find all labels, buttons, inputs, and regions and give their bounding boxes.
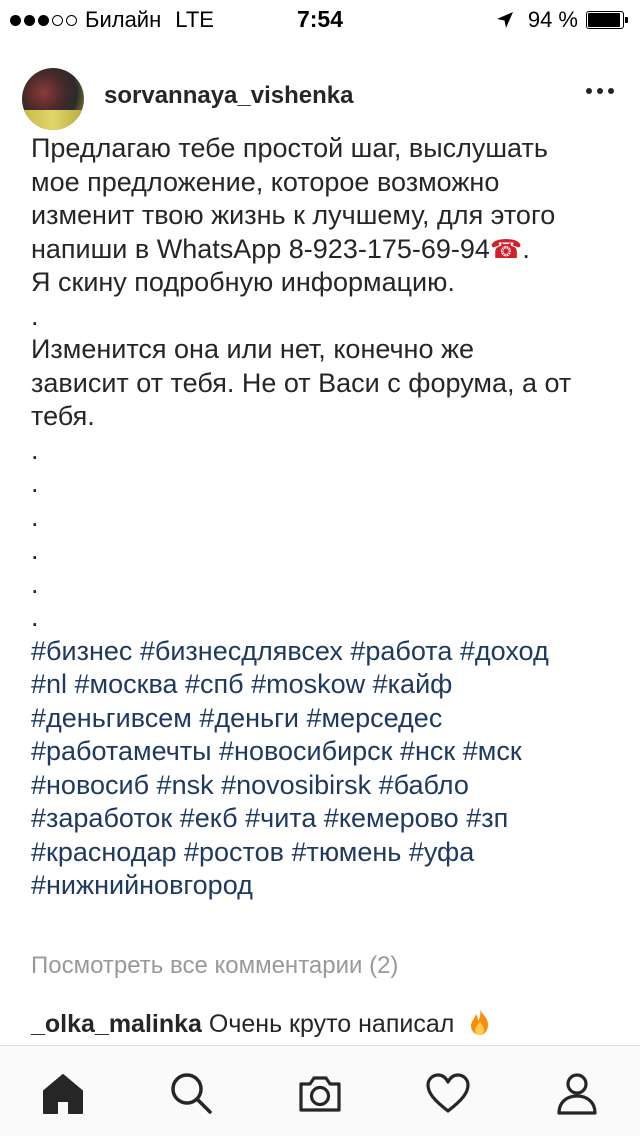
location-arrow-icon: [496, 12, 513, 28]
status-right: 94 %: [496, 7, 628, 33]
profile-icon: [557, 1073, 597, 1115]
caption-line: изменит твою жизнь к лучшему, для этого: [31, 200, 556, 230]
tab-profile[interactable]: [552, 1068, 602, 1118]
heart-icon: [426, 1073, 470, 1113]
bottom-tab-bar: [0, 1045, 640, 1136]
caption-text: напиши в WhatsApp 8-923-175-69-94: [31, 233, 490, 264]
hashtag-line[interactable]: #бизнес #бизнесдлявсех #работа #доход: [31, 635, 621, 669]
hashtag-line[interactable]: #нижнийновгород: [31, 869, 621, 903]
caption-line: .: [31, 602, 39, 632]
search-icon: [171, 1073, 212, 1114]
hashtag-line[interactable]: #заработок #екб #чита #кемерово #зп: [31, 802, 621, 836]
caption-suffix: .: [522, 233, 530, 264]
caption-line: .: [31, 568, 39, 599]
post-username[interactable]: sorvannaya_vishenka: [104, 82, 353, 110]
tab-search[interactable]: [166, 1068, 216, 1118]
hashtag-line[interactable]: #деньгивсем #деньги #мерседес: [31, 702, 621, 736]
caption-line: .: [31, 501, 39, 532]
tab-home[interactable]: [38, 1068, 88, 1118]
view-all-comments-link[interactable]: Посмотреть все комментарии (2): [31, 952, 398, 980]
fire-icon: [471, 1009, 489, 1035]
comment: _olka_malinka Очень круто написал: [31, 1008, 493, 1039]
caption-line: .: [31, 300, 39, 331]
caption-line: тебя.: [31, 401, 95, 431]
hashtag-line[interactable]: #nl #москва #спб #moskow #кайф: [31, 668, 621, 702]
more-dot-icon: [608, 88, 614, 94]
caption-line: Предлагаю тебе простой шаг, выслушать: [31, 133, 548, 163]
caption-line-phone: напиши в WhatsApp 8-923-175-69-94☎.: [31, 233, 621, 267]
caption-line: .: [31, 468, 39, 498]
caption-line: мое предложение, которое возможно: [31, 166, 500, 197]
tab-activity[interactable]: [423, 1068, 473, 1118]
more-dot-icon: [586, 88, 592, 94]
caption-line: зависит от тебя. Не от Васи с форума, а …: [31, 367, 572, 398]
camera-icon: [299, 1076, 341, 1112]
caption-line: Изменится она или нет, конечно же: [31, 334, 475, 364]
more-options-button[interactable]: [586, 88, 614, 94]
caption-line: Я скину подробную информацию.: [31, 267, 455, 297]
status-bar: Билайн LTE 7:54 94 %: [0, 0, 640, 40]
tab-camera[interactable]: [295, 1068, 345, 1118]
hashtag-line[interactable]: #краснодар #ростов #тюмень #уфа: [31, 836, 621, 870]
telephone-icon: ☎: [489, 233, 523, 264]
comment-username[interactable]: _olka_malinka: [31, 1010, 202, 1038]
battery-icon: [586, 11, 628, 29]
more-dot-icon: [597, 88, 603, 94]
hashtags: #бизнес #бизнесдлявсех #работа #доход #n…: [31, 635, 621, 903]
home-icon: [43, 1074, 83, 1114]
caption-line: .: [31, 535, 39, 565]
battery-percent: 94 %: [527, 7, 578, 32]
hashtag-line[interactable]: #работамечты #новосибирск #нск #мск: [31, 735, 621, 769]
post-caption: Предлагаю тебе простой шаг, выслушать мо…: [31, 132, 621, 903]
caption-line: .: [31, 434, 39, 465]
hashtag-line[interactable]: #новосиб #nsk #novosibirsk #бабло: [31, 769, 621, 803]
avatar[interactable]: [22, 68, 84, 130]
comment-text: Очень круто написал: [208, 1010, 455, 1038]
